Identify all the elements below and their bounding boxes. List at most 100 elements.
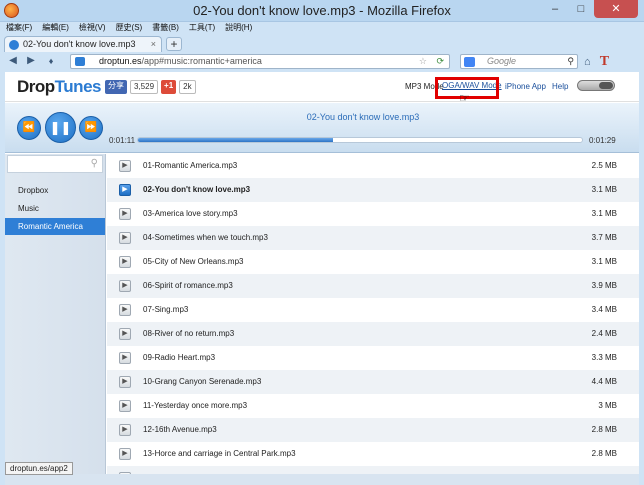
tab-bar: 02-You don't know love.mp3 × + xyxy=(0,34,644,52)
status-link: droptun.es/app2 xyxy=(5,462,73,475)
progress-bar[interactable] xyxy=(137,137,583,143)
search-icon[interactable]: ⚲ xyxy=(567,55,574,68)
track-row[interactable]: ▶ 01-Romantic America.mp3 2.5 MB xyxy=(107,154,639,178)
play-track-icon[interactable]: ▶ xyxy=(119,208,131,220)
social-share: 分享 3,529 +1 2k xyxy=(105,80,196,94)
menu-edit[interactable]: 編輯(E) xyxy=(42,22,69,34)
track-row[interactable]: ▶ 07-Sing.mp3 3.4 MB xyxy=(107,298,639,322)
play-track-icon[interactable]: ▶ xyxy=(119,328,131,340)
window-titlebar: 02-You don't know love.mp3 - Mozilla Fir… xyxy=(0,0,644,22)
track-name: 02-You don't know love.mp3 xyxy=(143,185,251,194)
sidebar-item-music[interactable]: Music xyxy=(5,200,105,217)
track-row[interactable]: ▶ 03-America love story.mp3 3.1 MB xyxy=(107,202,639,226)
site-identity-icon[interactable] xyxy=(75,57,85,66)
new-tab-button[interactable]: + xyxy=(166,37,182,51)
app-header: DropTunes 分享 3,529 +1 2k MP3 Mode OGA/WA… xyxy=(5,72,639,102)
menu-view[interactable]: 檢視(V) xyxy=(79,22,106,34)
back-button[interactable]: ◀ xyxy=(6,55,20,68)
menu-tools[interactable]: 工具(T) xyxy=(189,22,215,34)
logo-tunes: Tunes xyxy=(54,77,102,96)
mode-toggle-switch[interactable] xyxy=(577,80,615,91)
home-icon[interactable]: ⌂ xyxy=(584,56,591,68)
browser-tab[interactable]: 02-You don't know love.mp3 × xyxy=(4,36,162,52)
pause-button[interactable]: ❚❚ xyxy=(45,112,76,143)
track-row[interactable]: ▶ 04-Sometimes when we touch.mp3 3.7 MB xyxy=(107,226,639,250)
track-name: 14-The star spangled banner.mp3 xyxy=(143,466,263,474)
close-window-button[interactable]: ✕ xyxy=(594,0,638,18)
now-playing-title: 02-You don't know love.mp3 xyxy=(306,112,420,122)
track-size: 2.8 MB xyxy=(591,425,617,434)
play-track-icon[interactable]: ▶ xyxy=(119,352,131,364)
navigation-bar: ◀ ▶ ♦ droptun.es/app#music:romantic+amer… xyxy=(0,52,644,70)
track-name: 05-City of New Orleans.mp3 xyxy=(143,257,244,266)
sidebar-item-romantic-america[interactable]: Romantic America xyxy=(5,218,105,235)
play-track-icon[interactable]: ▶ xyxy=(119,376,131,388)
track-row[interactable]: ▶14-The star spangled banner.mp32 MB xyxy=(107,466,639,474)
toggle-knob xyxy=(599,82,613,89)
track-name: 10-Grang Canyon Serenade.mp3 xyxy=(143,377,262,386)
play-track-icon[interactable]: ▶ xyxy=(119,448,131,460)
sidebar: ⚲ Dropbox Music Romantic America xyxy=(5,154,106,474)
next-track-button[interactable]: ⏩ xyxy=(79,116,103,140)
track-name: 11-Yesterday once more.mp3 xyxy=(143,401,248,410)
iphone-app-link[interactable]: iPhone App xyxy=(505,81,546,93)
previous-track-button[interactable]: ⏪ xyxy=(17,116,41,140)
track-row[interactable]: ▶ 08-River of no return.mp3 2.4 MB xyxy=(107,322,639,346)
search-bar[interactable]: Google ⚲ xyxy=(460,54,578,69)
play-track-icon[interactable]: ▶ xyxy=(119,160,131,172)
search-engine-icon[interactable] xyxy=(464,57,475,67)
bookmarks-icon[interactable]: ♦ xyxy=(44,55,58,68)
tab-favicon-icon xyxy=(9,40,19,50)
facebook-share-button[interactable]: 分享 xyxy=(105,80,127,94)
status-bar xyxy=(5,474,639,485)
track-row[interactable]: ▶ 05-City of New Orleans.mp3 3.1 MB xyxy=(107,250,639,274)
page-content: DropTunes 分享 3,529 +1 2k MP3 Mode OGA/WA… xyxy=(5,72,639,474)
reload-icon[interactable]: ⟳ xyxy=(436,55,444,68)
track-size: 3.9 MB xyxy=(591,281,617,290)
menu-file[interactable]: 檔案(F) xyxy=(6,22,32,34)
track-row[interactable]: ▶ 02-You don't know love.mp3 3.1 MB xyxy=(107,178,639,202)
play-track-icon[interactable]: ▶ xyxy=(119,400,131,412)
tab-close-icon[interactable]: × xyxy=(151,37,156,52)
sidebar-item-dropbox[interactable]: Dropbox xyxy=(5,182,105,199)
track-name: 13-Horce and carriage in Central Park.mp… xyxy=(143,449,296,458)
play-track-icon[interactable]: ▶ xyxy=(119,280,131,292)
track-name: 12-16th Avenue.mp3 xyxy=(143,425,217,434)
track-name: 03-America love story.mp3 xyxy=(143,209,238,218)
track-name: 09-Radio Heart.mp3 xyxy=(143,353,216,362)
extension-t-icon[interactable]: T xyxy=(600,54,609,69)
track-size: 2.5 MB xyxy=(591,161,617,170)
track-row[interactable]: ▶ 13-Horce and carriage in Central Park.m… xyxy=(107,442,639,466)
bookmark-star-icon[interactable]: ☆ xyxy=(419,55,427,68)
url-bar[interactable]: droptun.es/app#music:romantic+america ☆ … xyxy=(70,54,450,69)
play-track-icon[interactable]: ▶ xyxy=(119,184,131,196)
sidebar-search-input[interactable]: ⚲ xyxy=(7,155,103,173)
menu-history[interactable]: 歷史(S) xyxy=(116,22,143,34)
track-row[interactable]: ▶ 09-Radio Heart.mp3 3.3 MB xyxy=(107,346,639,370)
forward-button[interactable]: ▶ xyxy=(24,55,38,68)
help-link[interactable]: Help xyxy=(552,81,568,93)
menu-help[interactable]: 說明(H) xyxy=(225,22,252,34)
play-track-icon[interactable]: ▶ xyxy=(119,424,131,436)
droptunes-logo[interactable]: DropTunes xyxy=(17,77,101,97)
minimize-button[interactable]: – xyxy=(542,0,568,18)
track-row[interactable]: ▶ 06-Spirit of romance.mp3 3.9 MB xyxy=(107,274,639,298)
track-row[interactable]: ▶ 11-Yesterday once more.mp3 3 MB xyxy=(107,394,639,418)
track-name: 06-Spirit of romance.mp3 xyxy=(143,281,233,290)
plus-one-button[interactable]: +1 xyxy=(161,80,177,94)
play-track-icon[interactable]: ▶ xyxy=(119,256,131,268)
logo-drop: Drop xyxy=(17,77,55,96)
maximize-button[interactable]: □ xyxy=(568,0,594,18)
track-name: 07-Sing.mp3 xyxy=(143,305,189,314)
play-track-icon[interactable]: ▶ xyxy=(119,232,131,244)
track-size: 3.1 MB xyxy=(591,185,617,194)
oga-wav-mode-link[interactable]: OGA/WAV Mode xyxy=(442,80,502,92)
play-track-icon[interactable]: ▶ xyxy=(119,304,131,316)
track-row[interactable]: ▶ 10-Grang Canyon Serenade.mp3 4.4 MB xyxy=(107,370,639,394)
track-row[interactable]: ▶ 12-16th Avenue.mp3 2.8 MB xyxy=(107,418,639,442)
search-placeholder: Google xyxy=(487,56,517,66)
menu-bookmarks[interactable]: 書籤(B) xyxy=(152,22,179,34)
progress-fill xyxy=(138,138,334,142)
url-domain: droptun.es xyxy=(99,56,142,66)
menu-bar: 檔案(F) 編輯(E) 檢視(V) 歷史(S) 書籤(B) 工具(T) 說明(H… xyxy=(0,22,644,34)
